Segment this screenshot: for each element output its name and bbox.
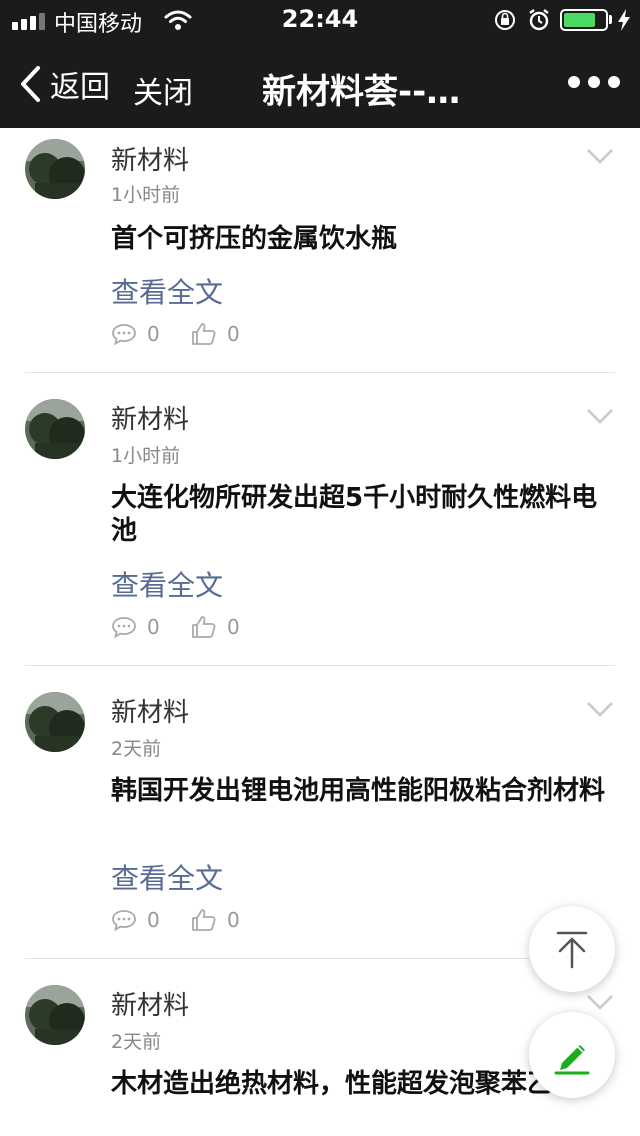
comment-button[interactable]: 0 [111, 615, 160, 639]
post-time: 1小时前 [111, 184, 181, 206]
post-feed: 新材料 1小时前 首个可挤压的金属饮水瓶 查看全文 0 0 新材料 1小时前 大… [0, 128, 640, 1136]
like-count: 0 [227, 322, 240, 346]
close-button[interactable]: 关闭 [133, 68, 193, 112]
chevron-left-icon [21, 66, 40, 102]
read-more-link[interactable]: 查看全文 [111, 564, 223, 604]
nav-bar: 返回 关闭 新材料荟--… [0, 40, 640, 128]
divider [25, 665, 615, 666]
avatar[interactable] [25, 399, 85, 459]
avatar[interactable] [25, 692, 85, 752]
divider [25, 372, 615, 373]
arrow-up-icon [556, 931, 588, 969]
page-title: 新材料荟--… [262, 72, 461, 112]
alarm-icon [529, 9, 549, 31]
battery-tip [609, 15, 612, 24]
thumbs-up-icon [192, 616, 216, 638]
charging-bolt-icon [618, 9, 630, 31]
thumbs-up-icon [192, 909, 216, 931]
post-time: 2天前 [111, 1031, 162, 1053]
chevron-down-icon[interactable] [586, 700, 614, 718]
back-label: 返回 [50, 70, 110, 105]
comment-count: 0 [147, 322, 160, 346]
post-author: 新材料 [111, 146, 190, 176]
post-title[interactable]: 首个可挤压的金属饮水瓶 [111, 223, 611, 256]
status-bar: 中国移动 22:44 [0, 0, 640, 40]
rotation-lock-icon [495, 10, 515, 30]
comment-icon [112, 910, 136, 932]
post-time: 1小时前 [111, 445, 181, 467]
post-author: 新材料 [111, 698, 190, 728]
chevron-down-icon[interactable] [586, 407, 614, 425]
battery-level [564, 13, 596, 27]
like-button[interactable]: 0 [191, 908, 240, 932]
more-dots-icon[interactable] [568, 76, 620, 88]
avatar[interactable] [25, 985, 85, 1045]
comment-icon [112, 324, 136, 346]
battery-icon [560, 9, 608, 31]
write-button[interactable] [529, 1012, 615, 1098]
read-more-link[interactable]: 查看全文 [111, 271, 223, 311]
top-bar: 中国移动 22:44 返回 关闭 新材料荟--… [0, 0, 640, 128]
scroll-to-top-button[interactable] [529, 906, 615, 992]
like-button[interactable]: 0 [191, 615, 240, 639]
post-time: 2天前 [111, 738, 162, 760]
like-count: 0 [227, 615, 240, 639]
comment-count: 0 [147, 615, 160, 639]
thumbs-up-icon [192, 323, 216, 345]
read-more-link[interactable]: 查看全文 [111, 857, 223, 897]
comment-button[interactable]: 0 [111, 908, 160, 932]
post-title[interactable]: 大连化物所研发出超5千小时耐久性燃料电池 [111, 482, 611, 548]
avatar[interactable] [25, 139, 85, 199]
back-button[interactable]: 返回 [18, 60, 110, 108]
pencil-icon [554, 1045, 590, 1075]
chevron-down-icon[interactable] [586, 993, 614, 1011]
comment-count: 0 [147, 908, 160, 932]
post-author: 新材料 [111, 405, 190, 435]
post-title[interactable]: 韩国开发出锂电池用高性能阳极粘合剂材料 [111, 775, 611, 808]
chevron-down-icon[interactable] [586, 147, 614, 165]
divider [25, 958, 615, 959]
post-author: 新材料 [111, 991, 190, 1021]
comment-icon [112, 617, 136, 639]
like-count: 0 [227, 908, 240, 932]
comment-button[interactable]: 0 [111, 322, 160, 346]
like-button[interactable]: 0 [191, 322, 240, 346]
